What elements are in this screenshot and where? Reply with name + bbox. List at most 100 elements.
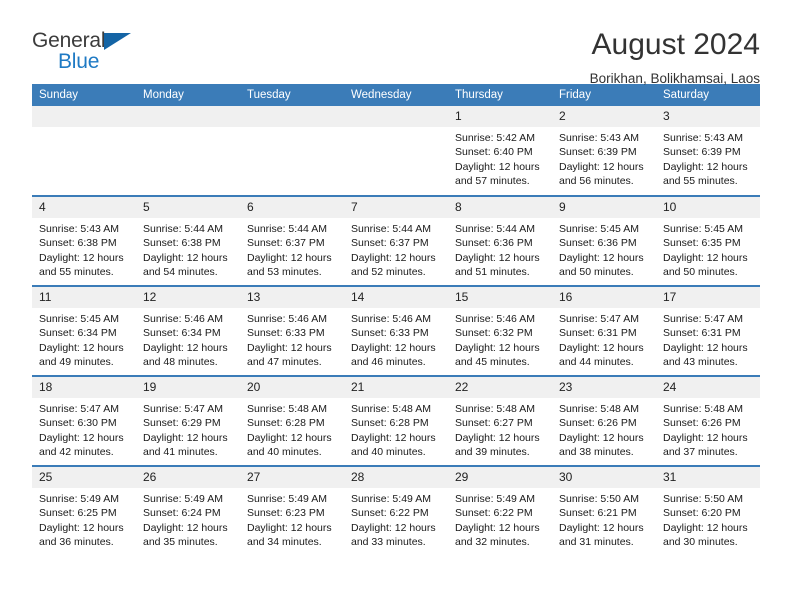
day-number: 28 [344, 467, 448, 488]
calendar-day-cell[interactable]: 6 Sunrise: 5:44 AM Sunset: 6:37 PM Daylight… [240, 195, 344, 286]
daylight-duration-line1: Daylight: 12 hours [455, 341, 540, 354]
calendar-day-cell[interactable]: 22 Sunrise: 5:48 AM Sunset: 6:27 PM Dayligh… [448, 375, 552, 466]
calendar-day-cell[interactable]: 18 Sunrise: 5:47 AM Sunset: 6:30 PM Dayligh… [32, 375, 136, 466]
calendar-day-cell[interactable]: 31 Sunrise: 5:50 AM Sunset: 6:20 PM Dayligh… [656, 465, 760, 556]
calendar-day-cell[interactable]: 1 Sunrise: 5:42 AM Sunset: 6:40 PM Daylight… [448, 106, 552, 196]
daylight-duration-line2: and 51 minutes. [455, 266, 530, 279]
weekday-header-tuesday: Tuesday [240, 84, 344, 106]
brand-name-blue: Blue [58, 50, 100, 73]
sunrise-time: Sunrise: 5:48 AM [455, 403, 535, 415]
calendar-day-cell[interactable]: 26 Sunrise: 5:49 AM Sunset: 6:24 PM Dayligh… [136, 465, 240, 556]
sunset-time: Sunset: 6:21 PM [559, 507, 637, 520]
day-number: 6 [240, 197, 344, 218]
daylight-duration-line2: and 35 minutes. [143, 536, 218, 549]
daylight-duration-line1: Daylight: 12 hours [455, 251, 540, 264]
calendar-day-cell[interactable]: 21 Sunrise: 5:48 AM Sunset: 6:28 PM Dayligh… [344, 375, 448, 466]
calendar-week-row: 25 Sunrise: 5:49 AM Sunset: 6:25 PM Dayligh… [32, 465, 760, 556]
day-sun-info: Sunrise: 5:43 AM Sunset: 6:39 PM Daylight:… [552, 127, 656, 189]
sunrise-time: Sunrise: 5:47 AM [559, 313, 639, 325]
calendar-day-cell[interactable]: 3 Sunrise: 5:43 AM Sunset: 6:39 PM Daylight… [656, 106, 760, 196]
day-sun-info: Sunrise: 5:44 AM Sunset: 6:37 PM Daylight:… [240, 218, 344, 280]
calendar-day-cell[interactable]: 12 Sunrise: 5:46 AM Sunset: 6:34 PM Dayligh… [136, 285, 240, 376]
calendar-grid: Sunday Monday Tuesday Wednesday Thursday… [32, 84, 760, 556]
day-number [136, 106, 240, 127]
calendar-day-cell[interactable]: 4 Sunrise: 5:43 AM Sunset: 6:38 PM Daylight… [32, 195, 136, 286]
daylight-duration-line2: and 40 minutes. [247, 446, 322, 459]
day-cell-content: 1 Sunrise: 5:42 AM Sunset: 6:40 PM Daylight… [448, 106, 552, 194]
calendar-day-cell[interactable]: 17 Sunrise: 5:47 AM Sunset: 6:31 PM Dayligh… [656, 285, 760, 376]
daylight-duration-line1: Daylight: 12 hours [247, 431, 332, 444]
day-cell-content: 19 Sunrise: 5:47 AM Sunset: 6:29 PM Dayligh… [136, 377, 240, 465]
brand-logo[interactable]: General Blue [32, 28, 152, 82]
day-sun-info: Sunrise: 5:47 AM Sunset: 6:30 PM Daylight:… [32, 398, 136, 460]
daylight-duration-line2: and 36 minutes. [39, 536, 114, 549]
sunrise-time: Sunrise: 5:45 AM [39, 313, 119, 325]
day-number: 27 [240, 467, 344, 488]
sunset-time: Sunset: 6:30 PM [39, 417, 117, 430]
daylight-duration-line2: and 56 minutes. [559, 175, 634, 188]
calendar-day-cell[interactable]: 14 Sunrise: 5:46 AM Sunset: 6:33 PM Dayligh… [344, 285, 448, 376]
calendar-day-cell[interactable]: 28 Sunrise: 5:49 AM Sunset: 6:22 PM Dayligh… [344, 465, 448, 556]
day-number: 23 [552, 377, 656, 398]
sunrise-time: Sunrise: 5:45 AM [663, 223, 743, 235]
daylight-duration-line1: Daylight: 12 hours [39, 251, 124, 264]
day-cell-content: 13 Sunrise: 5:46 AM Sunset: 6:33 PM Dayligh… [240, 287, 344, 375]
day-number: 21 [344, 377, 448, 398]
sunrise-time: Sunrise: 5:44 AM [455, 223, 535, 235]
title-block: August 2024 Borikhan, Bolikhamsai, Laos [590, 28, 760, 88]
calendar-day-cell [240, 106, 344, 196]
day-cell-content: 25 Sunrise: 5:49 AM Sunset: 6:25 PM Dayligh… [32, 467, 136, 555]
day-sun-info: Sunrise: 5:45 AM Sunset: 6:35 PM Daylight:… [656, 218, 760, 280]
calendar-day-cell[interactable]: 5 Sunrise: 5:44 AM Sunset: 6:38 PM Daylight… [136, 195, 240, 286]
calendar-day-cell[interactable]: 16 Sunrise: 5:47 AM Sunset: 6:31 PM Dayligh… [552, 285, 656, 376]
calendar-day-cell[interactable]: 30 Sunrise: 5:50 AM Sunset: 6:21 PM Dayligh… [552, 465, 656, 556]
calendar-page: General Blue August 2024 Borikhan, Bolik… [0, 0, 792, 612]
sunset-time: Sunset: 6:34 PM [143, 327, 221, 340]
calendar-day-cell [344, 106, 448, 196]
calendar-day-cell[interactable]: 10 Sunrise: 5:45 AM Sunset: 6:35 PM Dayligh… [656, 195, 760, 286]
calendar-day-cell[interactable]: 25 Sunrise: 5:49 AM Sunset: 6:25 PM Dayligh… [32, 465, 136, 556]
daylight-duration-line2: and 52 minutes. [351, 266, 426, 279]
daylight-duration-line2: and 33 minutes. [351, 536, 426, 549]
sunrise-time: Sunrise: 5:46 AM [247, 313, 327, 325]
daylight-duration-line1: Daylight: 12 hours [455, 521, 540, 534]
sunset-time: Sunset: 6:34 PM [39, 327, 117, 340]
day-cell-content: 17 Sunrise: 5:47 AM Sunset: 6:31 PM Dayligh… [656, 287, 760, 375]
sunrise-time: Sunrise: 5:49 AM [351, 493, 431, 505]
day-number: 19 [136, 377, 240, 398]
weekday-header-monday: Monday [136, 84, 240, 106]
calendar-day-cell[interactable]: 7 Sunrise: 5:44 AM Sunset: 6:37 PM Daylight… [344, 195, 448, 286]
calendar-day-cell[interactable]: 13 Sunrise: 5:46 AM Sunset: 6:33 PM Dayligh… [240, 285, 344, 376]
calendar-day-cell[interactable]: 8 Sunrise: 5:44 AM Sunset: 6:36 PM Daylight… [448, 195, 552, 286]
calendar-day-cell[interactable]: 15 Sunrise: 5:46 AM Sunset: 6:32 PM Dayligh… [448, 285, 552, 376]
day-number: 15 [448, 287, 552, 308]
day-sun-info: Sunrise: 5:50 AM Sunset: 6:21 PM Daylight:… [552, 488, 656, 550]
daylight-duration-line1: Daylight: 12 hours [143, 521, 228, 534]
calendar-day-cell[interactable]: 20 Sunrise: 5:48 AM Sunset: 6:28 PM Dayligh… [240, 375, 344, 466]
calendar-day-cell[interactable]: 9 Sunrise: 5:45 AM Sunset: 6:36 PM Daylight… [552, 195, 656, 286]
calendar-day-cell[interactable]: 23 Sunrise: 5:48 AM Sunset: 6:26 PM Dayligh… [552, 375, 656, 466]
calendar-day-cell[interactable]: 19 Sunrise: 5:47 AM Sunset: 6:29 PM Dayligh… [136, 375, 240, 466]
day-number: 31 [656, 467, 760, 488]
day-sun-info: Sunrise: 5:48 AM Sunset: 6:26 PM Daylight:… [552, 398, 656, 460]
calendar-day-cell[interactable]: 24 Sunrise: 5:48 AM Sunset: 6:26 PM Dayligh… [656, 375, 760, 466]
day-number: 13 [240, 287, 344, 308]
day-number: 26 [136, 467, 240, 488]
day-sun-info: Sunrise: 5:48 AM Sunset: 6:26 PM Daylight:… [656, 398, 760, 460]
sunset-time: Sunset: 6:33 PM [247, 327, 325, 340]
calendar-day-cell[interactable]: 27 Sunrise: 5:49 AM Sunset: 6:23 PM Dayligh… [240, 465, 344, 556]
day-sun-info: Sunrise: 5:46 AM Sunset: 6:33 PM Daylight:… [240, 308, 344, 370]
calendar-day-cell[interactable]: 11 Sunrise: 5:45 AM Sunset: 6:34 PM Dayligh… [32, 285, 136, 376]
day-cell-content: 27 Sunrise: 5:49 AM Sunset: 6:23 PM Dayligh… [240, 467, 344, 555]
daylight-duration-line2: and 55 minutes. [663, 175, 738, 188]
daylight-duration-line2: and 50 minutes. [663, 266, 738, 279]
daylight-duration-line1: Daylight: 12 hours [455, 431, 540, 444]
calendar-day-cell[interactable]: 2 Sunrise: 5:43 AM Sunset: 6:39 PM Daylight… [552, 106, 656, 196]
calendar-day-cell[interactable]: 29 Sunrise: 5:49 AM Sunset: 6:22 PM Dayligh… [448, 465, 552, 556]
daylight-duration-line1: Daylight: 12 hours [351, 431, 436, 444]
day-sun-info: Sunrise: 5:44 AM Sunset: 6:37 PM Daylight:… [344, 218, 448, 280]
day-sun-info: Sunrise: 5:48 AM Sunset: 6:27 PM Daylight:… [448, 398, 552, 460]
day-cell-content: 24 Sunrise: 5:48 AM Sunset: 6:26 PM Dayligh… [656, 377, 760, 465]
day-cell-content: 20 Sunrise: 5:48 AM Sunset: 6:28 PM Dayligh… [240, 377, 344, 465]
day-number: 1 [448, 106, 552, 127]
